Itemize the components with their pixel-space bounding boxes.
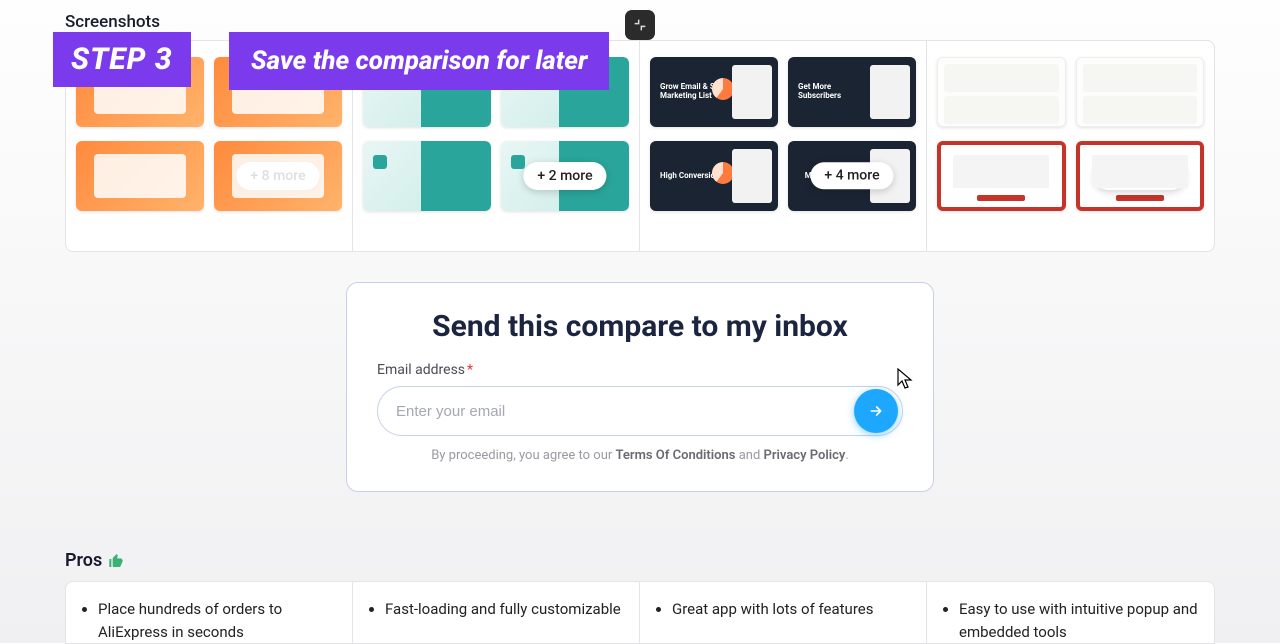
more-count-pill[interactable]: + 4 more: [810, 162, 893, 189]
more-count-pill[interactable]: + 2 more: [523, 162, 606, 190]
pros-heading: Pros: [65, 550, 1215, 571]
screenshot-thumb[interactable]: High Conversion Rate: [650, 141, 778, 211]
step-caption-badge: Save the comparison for later: [229, 32, 609, 90]
consent-text: By proceeding, you agree to our Terms Of…: [377, 448, 903, 463]
collapse-icon[interactable]: [625, 10, 655, 40]
screenshot-thumb[interactable]: + 14 more: [1076, 141, 1205, 211]
terms-link[interactable]: Terms Of Conditions: [616, 448, 736, 463]
pros-cell: Place hundreds of orders to AliExpress i…: [66, 582, 353, 643]
screenshot-thumb[interactable]: [937, 141, 1066, 211]
pros-cell: Fast-loading and fully customizable: [353, 582, 640, 643]
required-mark: *: [467, 362, 473, 378]
privacy-link[interactable]: Privacy Policy: [764, 448, 846, 463]
pros-cell: Great app with lots of features: [640, 582, 927, 643]
screenshot-thumb[interactable]: [76, 141, 204, 211]
submit-button[interactable]: [854, 389, 898, 433]
screenshots-column: + 14 more: [927, 41, 1214, 251]
screenshot-thumb[interactable]: [363, 141, 491, 211]
screenshot-thumb[interactable]: + 2 more: [501, 141, 629, 211]
email-card-heading: Send this compare to my inbox: [377, 309, 903, 344]
screenshot-thumb[interactable]: Get More Subscribers: [788, 57, 916, 127]
pros-cell: Easy to use with intuitive popup and emb…: [927, 582, 1214, 643]
email-input[interactable]: [396, 403, 854, 420]
thumb-caption: Get More Subscribers: [798, 83, 876, 101]
screenshots-column: Grow Email & SMS Marketing List Get More…: [640, 41, 927, 251]
screenshot-thumb[interactable]: Grow Email & SMS Marketing List: [650, 57, 778, 127]
pros-item: Fast-loading and fully customizable: [385, 598, 625, 621]
pros-item: Easy to use with intuitive popup and emb…: [959, 598, 1200, 643]
arrow-right-icon: [868, 403, 884, 419]
email-capture-card: Send this compare to my inbox Email addr…: [346, 282, 934, 492]
email-label: Email address*: [377, 362, 903, 378]
screenshot-thumb[interactable]: + 8 more: [214, 141, 342, 211]
step-number-badge: STEP 3: [53, 32, 191, 87]
pros-item: Great app with lots of features: [672, 598, 912, 621]
cursor-icon: [897, 368, 915, 390]
pros-grid: Place hundreds of orders to AliExpress i…: [65, 581, 1215, 644]
thumbs-up-icon: [108, 553, 124, 569]
screenshot-thumb[interactable]: [937, 57, 1066, 127]
email-input-row: [377, 386, 903, 436]
screenshot-thumb[interactable]: [1076, 57, 1205, 127]
more-count-pill[interactable]: + 8 more: [236, 162, 319, 190]
screenshot-thumb[interactable]: Match Your Brand + 4 more: [788, 141, 916, 211]
pros-item: Place hundreds of orders to AliExpress i…: [98, 598, 338, 643]
more-count-pill[interactable]: + 14 more: [1094, 162, 1185, 190]
